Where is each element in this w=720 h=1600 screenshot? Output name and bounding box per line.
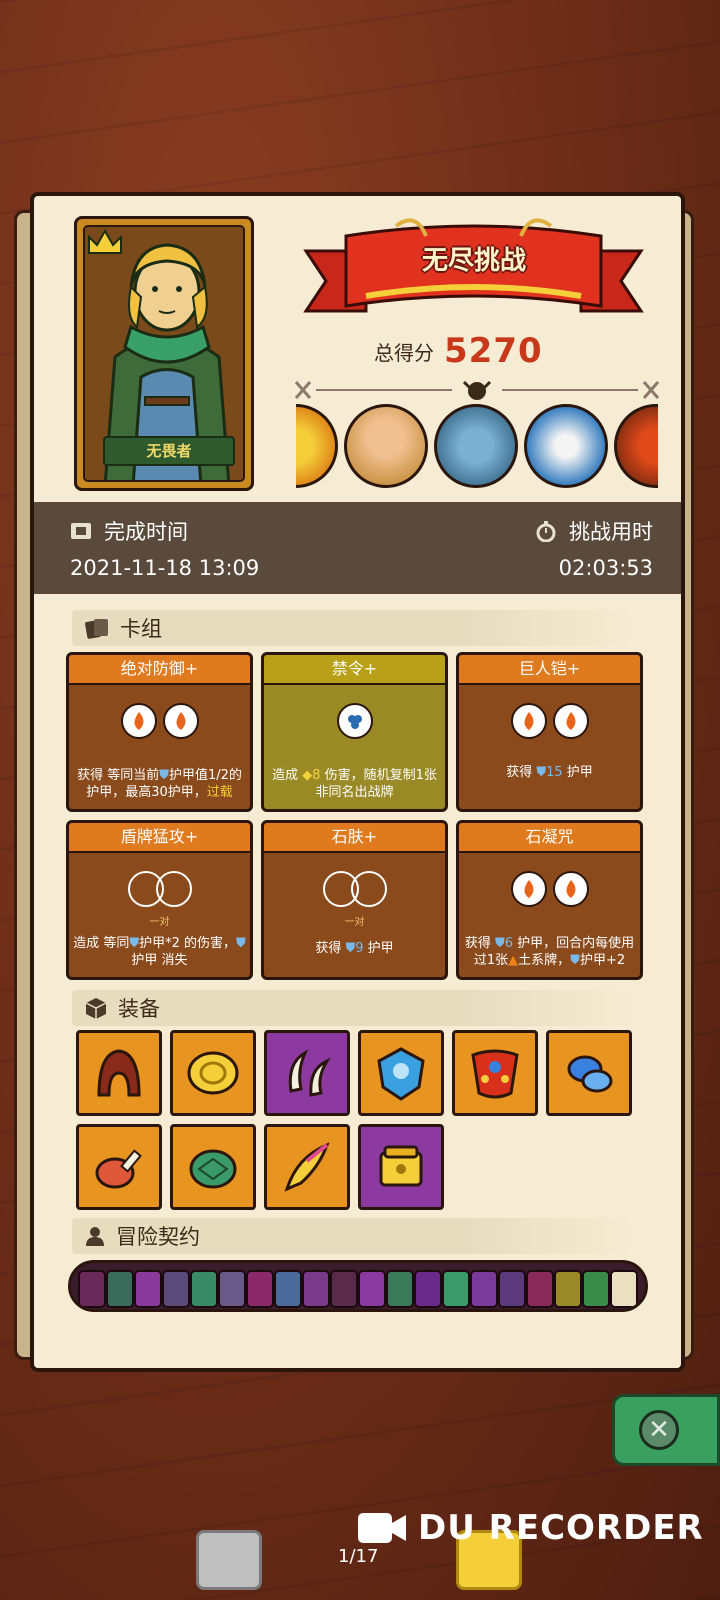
cards-icon — [85, 619, 108, 639]
boss-dragon-icon[interactable] — [524, 404, 608, 488]
water-orb-icon — [336, 703, 373, 739]
boss-boar-icon[interactable] — [344, 404, 428, 488]
previous-page-button[interactable] — [196, 1530, 262, 1590]
close-icon: ✕ — [639, 1410, 679, 1450]
meat-icon[interactable] — [76, 1124, 162, 1210]
fire-orb-icon — [552, 703, 589, 739]
boss-fish-icon[interactable] — [434, 404, 518, 488]
jeweled-armor-icon[interactable] — [452, 1030, 538, 1116]
card-prohibition[interactable]: 禁令+ 造成 ◆8 伤害，随机复制1张非同名出战牌 — [261, 652, 448, 812]
completion-time-value: 2021-11-18 13:09 — [70, 556, 260, 580]
empty-orb-icon — [350, 871, 387, 907]
hero-name: 无畏者 — [103, 436, 235, 466]
fire-orb-icon — [162, 703, 199, 739]
close-button[interactable]: ✕ — [612, 1394, 720, 1466]
turtle-shell-icon[interactable] — [170, 1124, 256, 1210]
phoenix-feather-icon[interactable] — [264, 1124, 350, 1210]
blue-stones-icon[interactable] — [546, 1030, 632, 1116]
duration-value: 02:03:53 — [558, 556, 653, 580]
boss-demon-icon[interactable] — [614, 404, 658, 488]
claws-icon[interactable] — [264, 1030, 350, 1116]
fire-orb-icon — [552, 871, 589, 907]
duration-label: 挑战用时 — [569, 520, 653, 544]
hood-icon[interactable] — [76, 1030, 162, 1116]
completion-time-label: 完成时间 — [104, 520, 188, 544]
deck-header: 卡组 — [72, 610, 634, 646]
empty-orb-icon — [155, 871, 192, 907]
card-petrify-curse[interactable]: 石凝咒 获得 ⛊6 护甲，回合内每使用过1张▲土系牌，⛊护甲+2 — [456, 820, 643, 980]
banner-title: 无尽挑战 — [421, 246, 526, 276]
recorder-watermark: DU RECORDER — [356, 1508, 704, 1548]
fire-orb-icon — [120, 703, 157, 739]
equipment-header: 装备 — [72, 990, 634, 1026]
boss-sun-icon[interactable] — [296, 404, 338, 488]
video-camera-icon — [358, 1513, 406, 1543]
total-score: 总得分 5270 — [374, 331, 543, 371]
fire-orb-icon — [510, 703, 547, 739]
hero-card[interactable]: 无畏者 — [74, 216, 254, 491]
card-giant-armor[interactable]: 巨人铠+ 获得 ⛊15 护甲 — [456, 652, 643, 812]
adventure-contracts-strip[interactable] — [68, 1260, 648, 1312]
blue-gem-shield-icon[interactable] — [358, 1030, 444, 1116]
score-value: 5270 — [444, 331, 543, 371]
crown-icon — [88, 228, 122, 254]
card-shield-bash[interactable]: 盾牌猛攻+ 一对 造成 等同⛊护甲*2 的伤害，⛊护甲 消失 — [66, 820, 253, 980]
card-absolute-defense[interactable]: 绝对防御+ 获得 等同当前⛊护甲值1/2的护甲，最高30护甲，过载 — [66, 652, 253, 812]
defeated-bosses — [296, 404, 658, 488]
gold-coin-icon[interactable] — [170, 1030, 256, 1116]
stopwatch-icon — [536, 521, 556, 542]
fire-orb-icon — [510, 871, 547, 907]
hero-portrait: 无畏者 — [83, 225, 245, 482]
film-icon — [71, 523, 91, 539]
info-bar: 完成时间 挑战用时 2021-11-18 13:09 02:03:53 — [34, 502, 681, 594]
challenge-result-panel: 无畏者 无尽挑战 总得分 5270 完成时间 挑战用时 2021-11-18 1… — [30, 192, 685, 1372]
score-label: 总得分 — [374, 340, 434, 365]
ornament-divider — [294, 380, 660, 400]
page-indicator: 1/17 — [338, 1546, 379, 1567]
title-banner: 无尽挑战 — [296, 216, 651, 326]
contracts-header: 冒险契约 — [72, 1218, 634, 1254]
person-icon — [86, 1227, 104, 1246]
card-stoneskin[interactable]: 石肤+ 一对 获得 ⛊9 护甲 — [261, 820, 448, 980]
armor-icon: ⛊ — [159, 768, 169, 783]
golden-box-icon[interactable] — [358, 1124, 444, 1210]
box-icon — [85, 998, 107, 1019]
